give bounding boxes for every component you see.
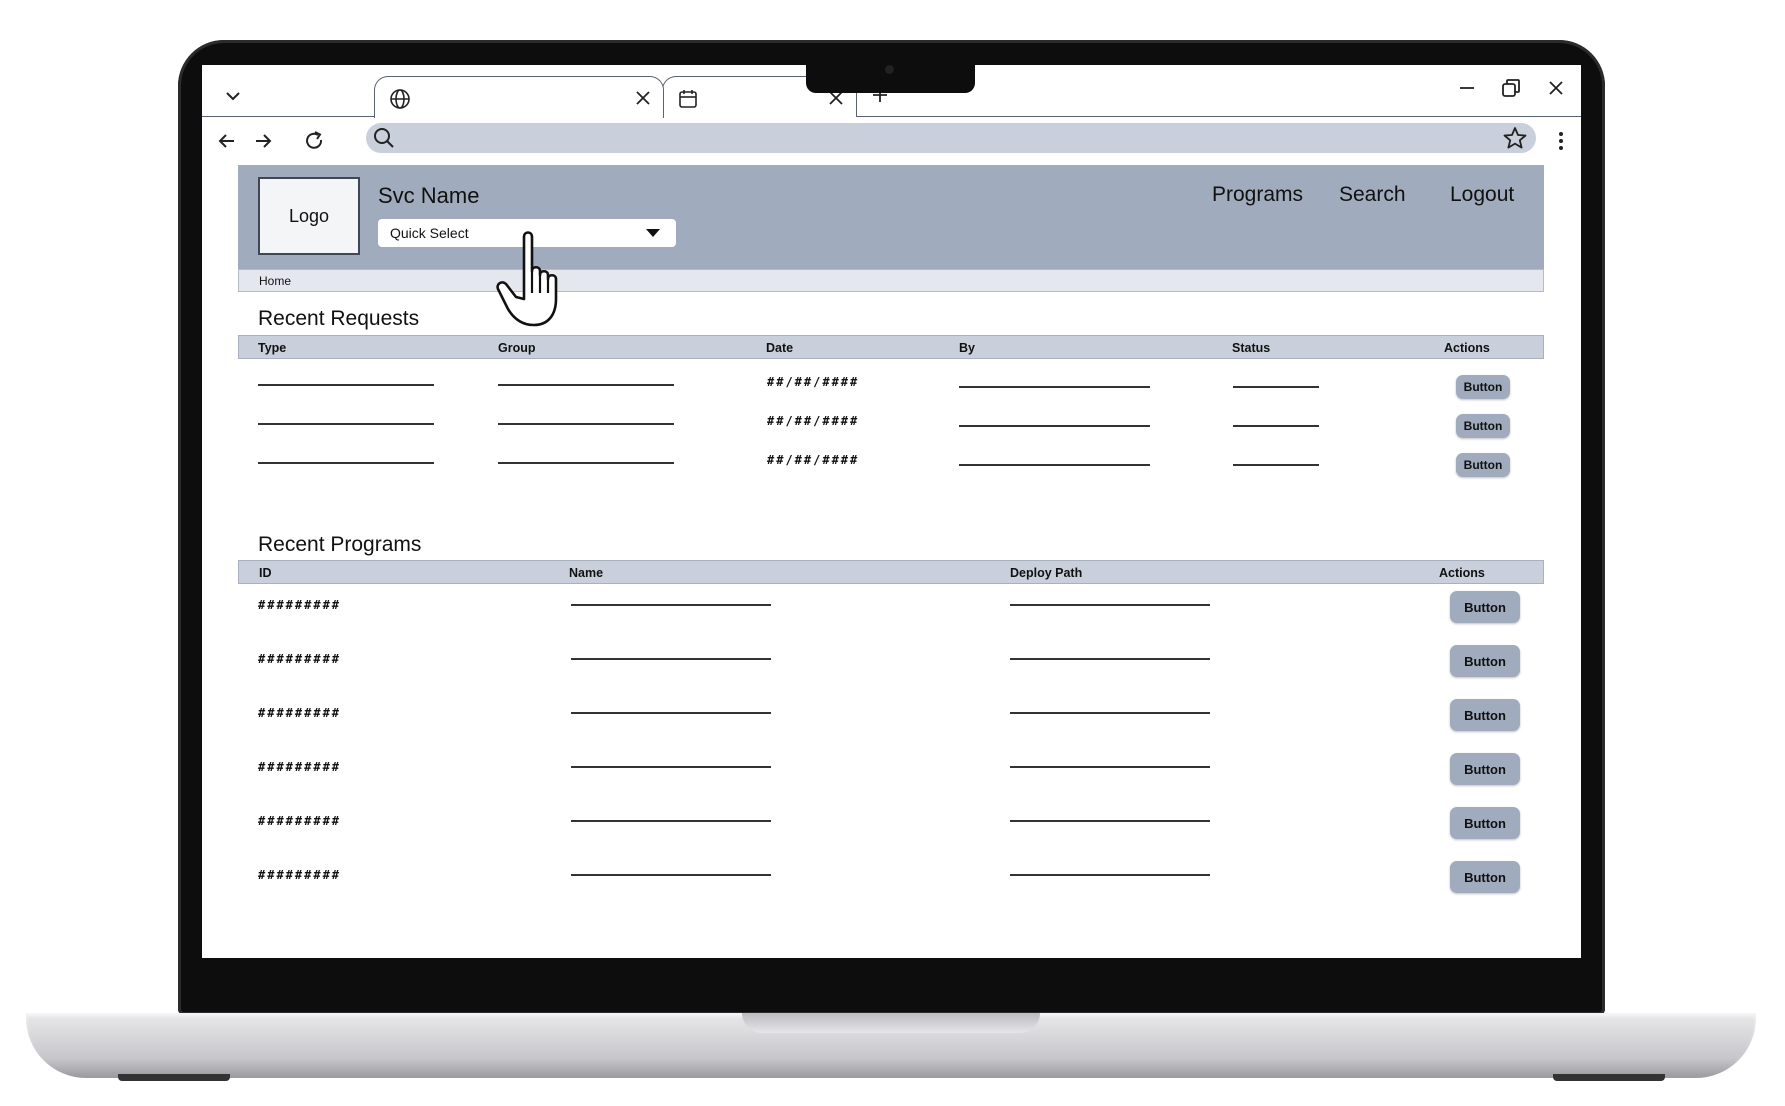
program-action-button[interactable]: Button (1450, 645, 1520, 677)
group-placeholder (498, 462, 674, 464)
breadcrumb-home[interactable]: Home (259, 274, 291, 288)
type-placeholder (258, 462, 434, 464)
col-actions: Actions (1439, 566, 1485, 580)
programs-table-header: ID Name Deploy Path Actions (238, 560, 1544, 584)
camera-icon (885, 65, 894, 74)
col-by: By (959, 341, 975, 355)
program-id-cell: ######### (258, 598, 342, 612)
search-icon (374, 128, 394, 148)
laptop-hinge-groove (742, 1013, 1040, 1033)
group-placeholder (498, 384, 674, 386)
address-bar[interactable] (366, 123, 1536, 153)
col-deploy-path: Deploy Path (1010, 566, 1083, 580)
back-arrow-icon[interactable] (215, 129, 239, 153)
request-action-button[interactable]: Button (1456, 375, 1510, 399)
nav-programs[interactable]: Programs (1212, 183, 1303, 207)
laptop-foot-right (1553, 1074, 1665, 1081)
type-placeholder (258, 423, 434, 425)
name-placeholder (571, 874, 771, 876)
group-placeholder (498, 423, 674, 425)
program-id-cell: ######### (258, 760, 342, 774)
restore-icon[interactable] (1499, 76, 1523, 100)
site-header: Logo Svc Name Quick Select Programs Sear… (238, 165, 1544, 269)
col-group: Group (498, 341, 536, 355)
name-placeholder (571, 820, 771, 822)
logo[interactable]: Logo (258, 177, 360, 255)
deploy-path-placeholder (1010, 820, 1210, 822)
col-date: Date (766, 341, 794, 355)
laptop-mockup: Logo Svc Name Quick Select Programs Sear… (0, 0, 1785, 1106)
kebab-menu-icon[interactable] (1553, 129, 1569, 153)
deploy-path-placeholder (1010, 604, 1210, 606)
deploy-path-placeholder (1010, 874, 1210, 876)
name-placeholder (571, 604, 771, 606)
deploy-path-placeholder (1010, 766, 1210, 768)
reload-icon[interactable] (302, 129, 326, 153)
recent-programs-title: Recent Programs (258, 533, 422, 556)
calendar-icon (679, 90, 697, 108)
web-page: Logo Svc Name Quick Select Programs Sear… (238, 165, 1544, 958)
col-type: Type (258, 341, 287, 355)
browser-toolbar (202, 117, 1581, 165)
by-placeholder (959, 425, 1150, 427)
status-placeholder (1233, 425, 1319, 427)
close-tab-icon[interactable] (633, 88, 653, 108)
deploy-path-placeholder (1010, 712, 1210, 714)
date-cell: ##/##/#### (767, 414, 860, 428)
program-id-cell: ######### (258, 652, 342, 666)
request-action-button[interactable]: Button (1456, 414, 1510, 438)
browser-window: Logo Svc Name Quick Select Programs Sear… (202, 65, 1581, 958)
program-action-button[interactable]: Button (1450, 861, 1520, 893)
tab-active[interactable] (374, 76, 664, 118)
col-id: ID (259, 566, 272, 580)
program-action-button[interactable]: Button (1450, 753, 1520, 785)
name-placeholder (571, 766, 771, 768)
status-placeholder (1233, 386, 1319, 388)
caret-down-icon (646, 229, 660, 237)
name-placeholder (571, 712, 771, 714)
request-action-button[interactable]: Button (1456, 453, 1510, 477)
minimize-icon[interactable] (1455, 76, 1479, 100)
bookmark-star-icon[interactable] (1502, 125, 1528, 151)
nav-logout[interactable]: Logout (1450, 183, 1514, 207)
name-placeholder (571, 658, 771, 660)
requests-table-header: Type Group Date By Status Actions (238, 335, 1544, 359)
recent-requests-title: Recent Requests (258, 307, 420, 330)
service-name: Svc Name (378, 183, 480, 208)
col-status: Status (1232, 341, 1271, 355)
date-cell: ##/##/#### (767, 453, 860, 467)
hand-pointer-cursor-icon (496, 231, 558, 327)
program-action-button[interactable]: Button (1450, 807, 1520, 839)
date-cell: ##/##/#### (767, 375, 860, 389)
globe-icon (390, 89, 410, 109)
chevron-down-icon[interactable] (222, 85, 244, 107)
breadcrumb: Home (238, 269, 1544, 292)
program-action-button[interactable]: Button (1450, 591, 1520, 623)
by-placeholder (959, 386, 1150, 388)
forward-arrow-icon[interactable] (251, 129, 275, 153)
col-name: Name (569, 566, 604, 580)
program-id-cell: ######### (258, 814, 342, 828)
close-window-icon[interactable] (1544, 76, 1568, 100)
laptop-foot-left (118, 1074, 230, 1081)
program-action-button[interactable]: Button (1450, 699, 1520, 731)
by-placeholder (959, 464, 1150, 466)
quick-select-value: Quick Select (390, 225, 469, 241)
nav-search[interactable]: Search (1339, 183, 1406, 207)
deploy-path-placeholder (1010, 658, 1210, 660)
status-placeholder (1233, 464, 1319, 466)
program-id-cell: ######### (258, 868, 342, 882)
col-actions: Actions (1444, 341, 1490, 355)
program-id-cell: ######### (258, 706, 342, 720)
type-placeholder (258, 384, 434, 386)
